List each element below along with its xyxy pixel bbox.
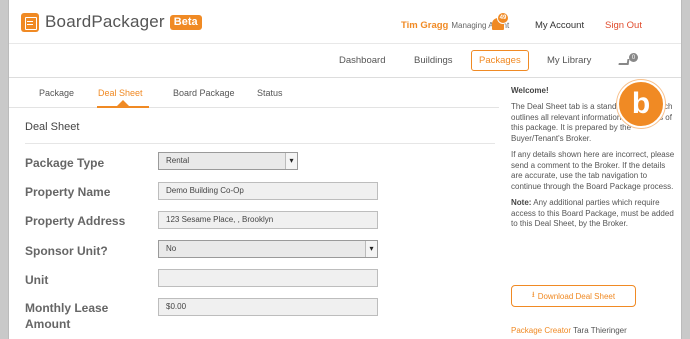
my-account-link[interactable]: My Account [535,20,584,31]
property-name-label: Property Name [25,185,111,199]
section-title: Deal Sheet [25,121,80,133]
package-creator: Package Creator Tara Thieringer [511,326,627,335]
notification-count: 49 [497,12,509,24]
logo[interactable]: BoardPackager Beta [21,12,202,32]
monthly-lease-field[interactable]: $0.00 [158,298,378,316]
package-type-select[interactable]: Rental ▾ [158,152,298,170]
property-name-field[interactable]: Demo Building Co-Op [158,182,378,200]
sidebar-note: Note: Any additional parties which requi… [511,198,679,230]
nav-dashboard[interactable]: Dashboard [339,55,385,66]
download-label: Download Deal Sheet [537,291,616,301]
notifications-button[interactable]: 49 [489,12,511,34]
sponsor-unit-select[interactable]: No ▾ [158,240,378,258]
note-label: Note: [511,198,532,207]
nav-my-library[interactable]: My Library [547,55,591,66]
package-type-label: Package Type [25,156,105,170]
sign-out-link[interactable]: Sign Out [605,20,642,31]
boardpackager-logo-icon [21,12,39,32]
user-name[interactable]: Tim Gragg [401,20,448,31]
unit-field[interactable] [158,269,378,287]
unit-label: Unit [25,273,49,287]
active-tab-underline [97,106,149,108]
nav-buildings[interactable]: Buildings [414,55,453,66]
monthly-lease-label: Monthly Lease Amount [25,301,109,331]
download-deal-sheet-button[interactable]: ⭳ Download Deal Sheet [511,285,636,307]
cart-button[interactable]: 0 [618,53,638,70]
sponsor-unit-label: Sponsor Unit? [25,244,108,258]
chevron-down-icon: ▾ [365,241,377,257]
section-divider [25,143,495,144]
main-nav: Dashboard Buildings Packages My Library … [9,44,681,78]
package-tabs: Package Deal Sheet Board Package Status [9,78,499,108]
package-type-value: Rental [166,156,190,165]
sidebar-paragraph-3: Any additional parties which require acc… [511,198,674,228]
chevron-down-icon: ▾ [285,153,297,169]
cart-icon [618,59,630,65]
b-overlay-badge: b [617,80,665,128]
app-name: BoardPackager [45,12,165,31]
property-address-field[interactable]: 123 Sesame Place, , Brooklyn [158,211,378,229]
package-creator-label: Package Creator [511,326,572,335]
app-window: BoardPackager Beta Tim Gragg Managing Ag… [8,0,682,339]
download-icon: ⭳ [531,290,535,299]
property-address-label: Property Address [25,214,126,228]
nav-packages[interactable]: Packages [471,50,529,71]
tab-deal-sheet[interactable]: Deal Sheet [98,88,143,98]
sidebar-paragraph-2: If any details shown here are incorrect,… [511,150,675,191]
tab-package[interactable]: Package [39,88,74,98]
top-bar: BoardPackager Beta Tim Gragg Managing Ag… [9,0,681,44]
sponsor-unit-value: No [166,244,177,253]
tab-status[interactable]: Status [257,88,283,98]
beta-badge: Beta [169,14,202,30]
tab-board-package[interactable]: Board Package [173,88,235,98]
cart-count: 0 [629,53,638,62]
package-creator-name: Tara Thieringer [573,326,627,335]
